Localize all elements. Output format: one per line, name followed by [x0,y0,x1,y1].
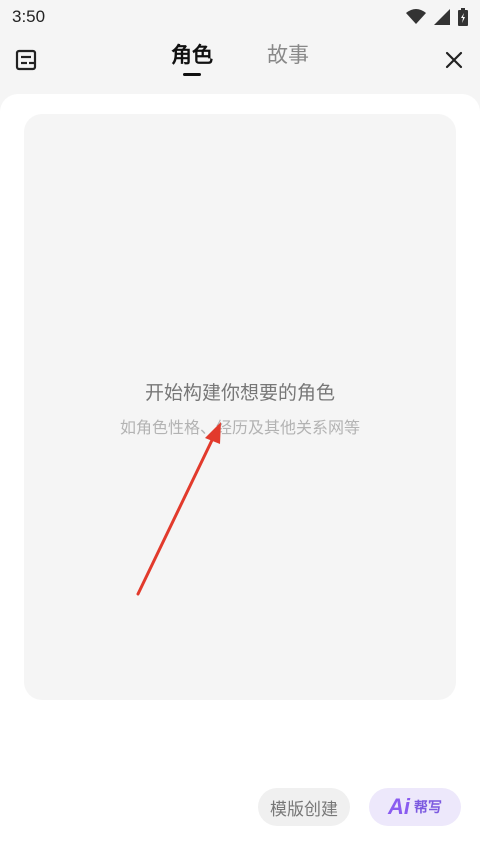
battery-icon [458,8,468,26]
tab-stories-label: 故事 [267,43,309,67]
empty-state-subtitle: 如角色性格、经历及其他关系网等 [119,418,360,437]
close-icon [445,51,463,69]
close-button[interactable] [438,44,470,76]
ai-write-button[interactable]: Ai 帮写 [369,788,461,826]
ai-write-label: 帮写 [414,800,442,816]
character-editor-card[interactable]: 开始构建你想要的角色 如角色性格、经历及其他关系网等 [24,114,456,700]
empty-state-title: 开始构建你想要的角色 [144,382,335,404]
template-create-button[interactable]: 模版创建 [258,788,350,826]
status-icons [406,8,468,26]
signal-icon [434,9,450,25]
tab-bar: 角色 故事 [0,34,480,92]
active-tab-indicator [183,73,201,76]
ai-logo-icon: Ai [388,794,410,819]
status-time: 3:50 [12,7,46,26]
status-bar: 3:50 [0,0,480,34]
tab-characters[interactable]: 角色 [171,40,213,76]
template-create-label: 模版创建 [270,799,338,820]
content-sheet: 开始构建你想要的角色 如角色性格、经历及其他关系网等 模版创建 Ai 帮写 [0,94,480,853]
tab-stories[interactable]: 故事 [267,40,309,70]
wifi-icon [406,9,426,24]
tab-characters-label: 角色 [171,43,213,67]
header: 角色 故事 [0,34,480,86]
